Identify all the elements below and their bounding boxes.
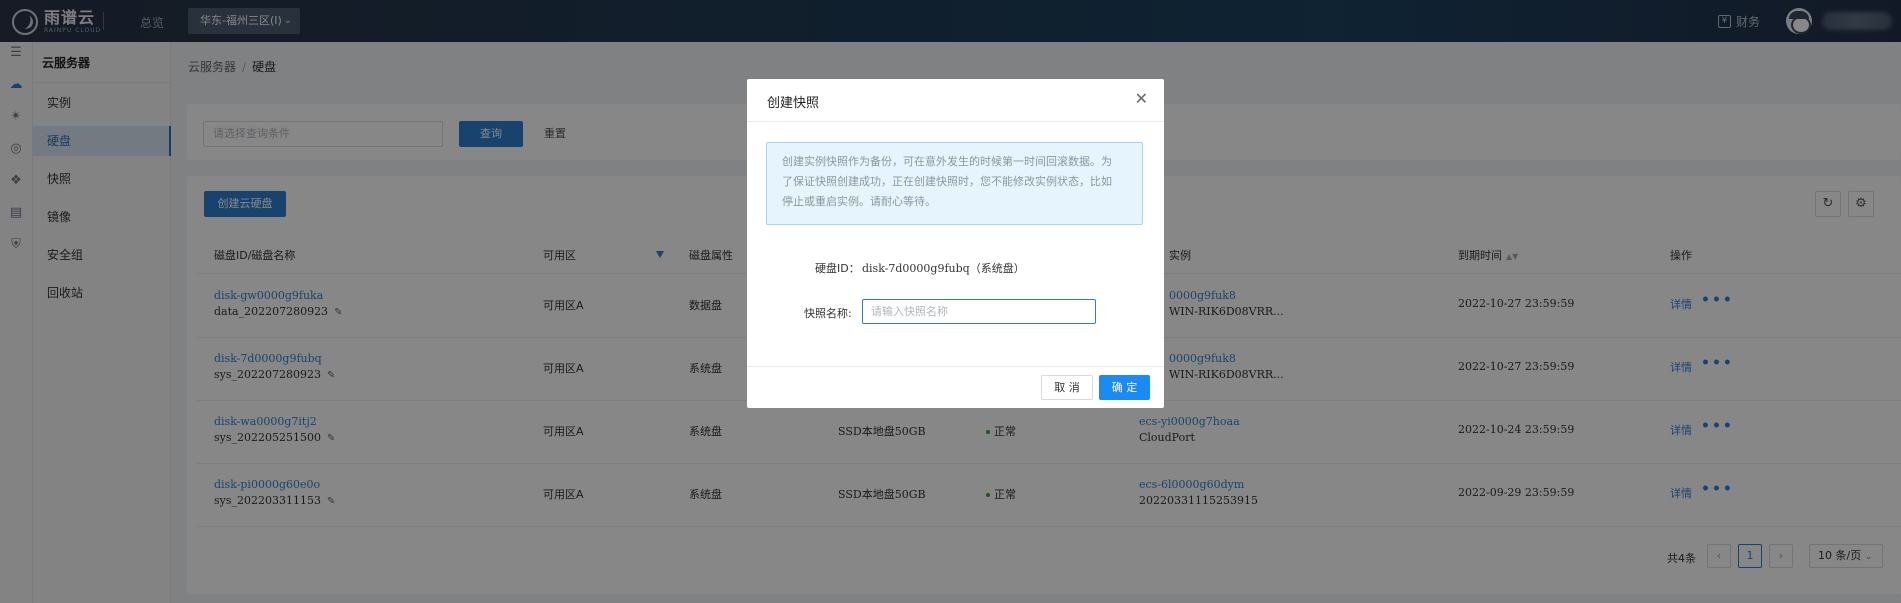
- divider: [747, 366, 1164, 367]
- disk-id-label: 硬盘ID：: [815, 262, 860, 275]
- create-snapshot-dialog: 创建快照 ✕ 创建实例快照作为备份，可在意外发生的时候第一时间回滚数据。为 了保…: [747, 79, 1164, 408]
- notice-line: 停止或重启实例。请耐心等待。: [782, 195, 936, 208]
- snapshot-name-input[interactable]: 请输入快照名称: [862, 299, 1096, 324]
- confirm-button[interactable]: 确 定: [1099, 375, 1150, 400]
- notice-box: 创建实例快照作为备份，可在意外发生的时候第一时间回滚数据。为 了保证快照创建成功…: [766, 142, 1143, 225]
- dialog-title: 创建快照: [767, 96, 820, 111]
- disk-id-value: disk-7d0000g9fubq（系统盘）: [862, 262, 1025, 275]
- divider: [747, 121, 1164, 122]
- close-icon[interactable]: ✕: [1135, 89, 1148, 108]
- notice-line: 了保证快照创建成功，正在创建快照时，您不能修改实例状态，比如: [782, 175, 1112, 188]
- snapshot-name-label: 快照名称:: [804, 307, 852, 320]
- cancel-button[interactable]: 取 消: [1041, 375, 1093, 400]
- notice-line: 创建实例快照作为备份，可在意外发生的时候第一时间回滚数据。为: [782, 155, 1112, 168]
